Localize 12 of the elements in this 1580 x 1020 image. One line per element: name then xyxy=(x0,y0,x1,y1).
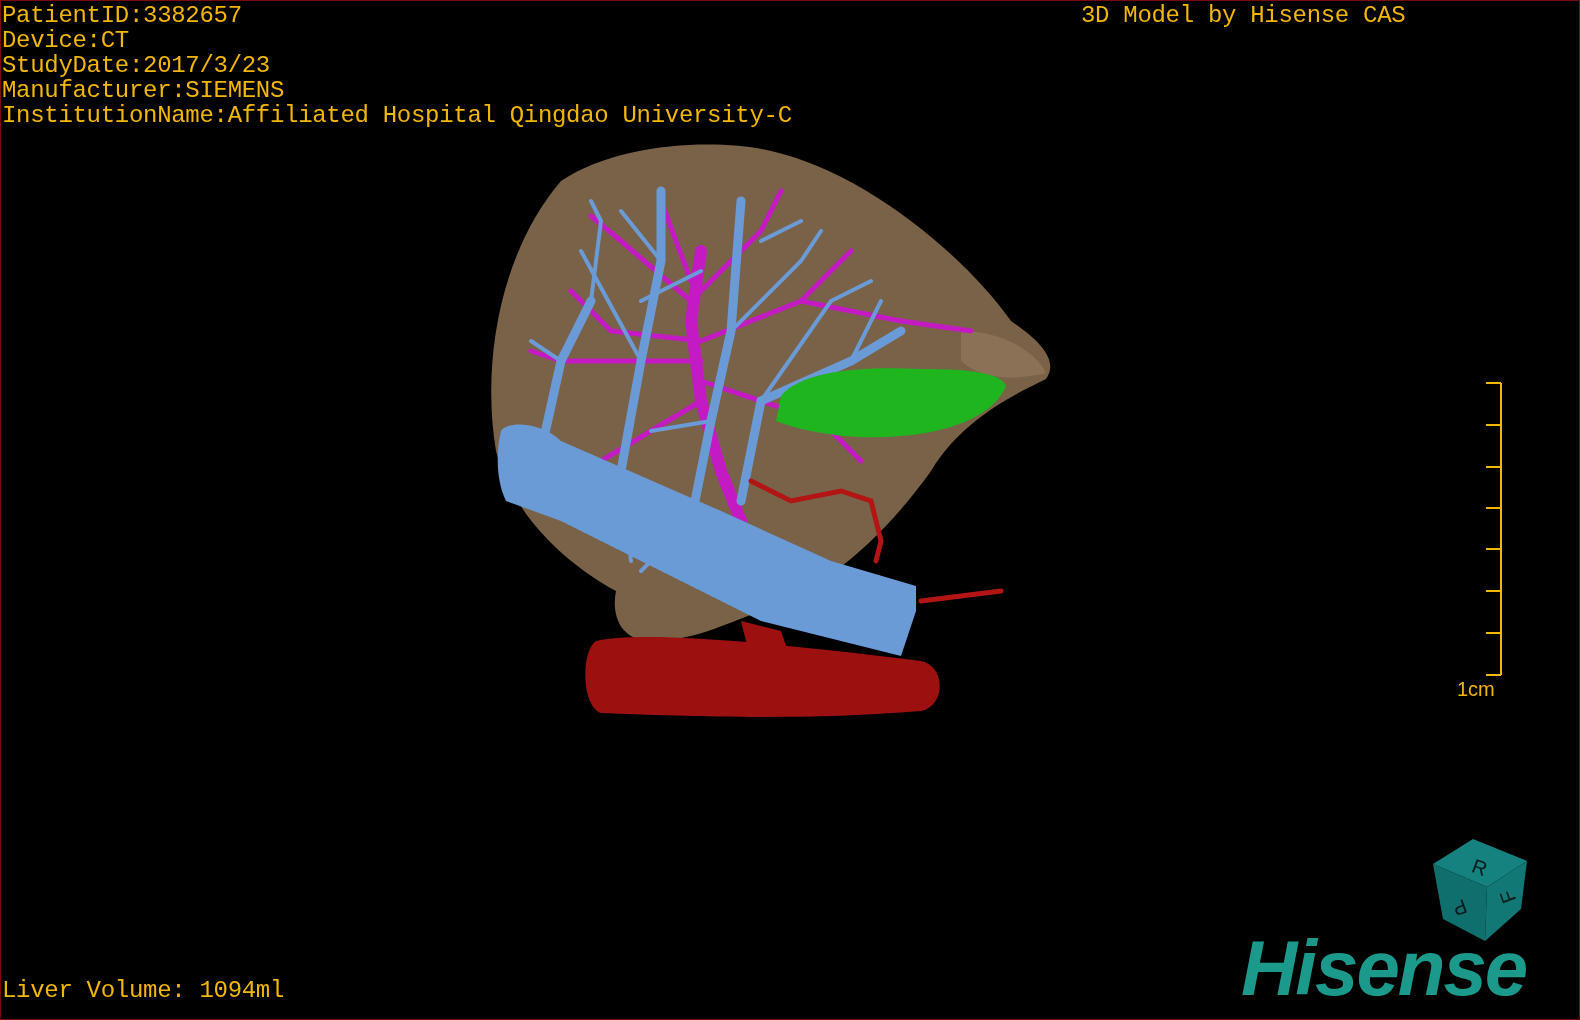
patient-info-line: Device:CT xyxy=(2,28,130,53)
patient-info-line: StudyDate:2017/3/23 xyxy=(2,53,271,78)
cube-face-label: R xyxy=(1469,854,1491,881)
cube-face-label: P xyxy=(1449,895,1470,921)
viewer-title: 3D Model by Hisense CAS xyxy=(1081,3,1406,28)
patient-info-line: PatientID:3382657 xyxy=(2,3,243,28)
liver-volume-label: Liver Volume: 1094ml xyxy=(2,978,285,1003)
cube-face-label: F xyxy=(1495,887,1521,907)
brand-logo: Hisense xyxy=(1241,926,1527,1010)
scale-label: 1cm xyxy=(1457,678,1495,700)
patient-info-line: Manufacturer:SIEMENS xyxy=(2,78,286,103)
patient-info-line: InstitutionName:Affiliated Hospital Qingdao University-C xyxy=(2,103,792,128)
